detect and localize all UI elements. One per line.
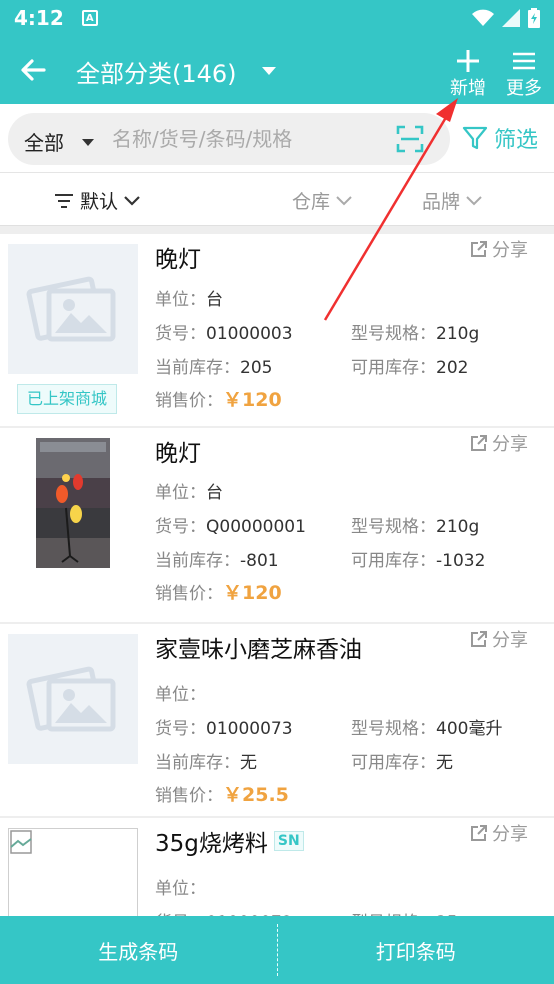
search-input[interactable] xyxy=(112,123,392,155)
menu-icon xyxy=(513,52,535,70)
battery-icon xyxy=(528,8,540,28)
product-name: 家壹味小磨芝麻香油 xyxy=(155,637,362,663)
sort-icon xyxy=(55,193,73,208)
sort-brand[interactable]: 品牌 xyxy=(422,187,482,214)
product-card[interactable]: 家壹味小磨芝麻香油 分享 单位： 货号：01000073 型号规格：400毫升 … xyxy=(0,624,554,816)
image-placeholder-icon xyxy=(26,276,116,342)
product-stock: 当前库存：-801 xyxy=(155,551,279,571)
product-unit: 单位：台 xyxy=(155,483,223,503)
broken-image-icon xyxy=(10,830,32,854)
more-label: 更多 xyxy=(506,78,542,99)
generate-barcode-button[interactable]: 生成条码 xyxy=(0,916,277,984)
product-price: 销售价：￥120 xyxy=(155,389,282,411)
print-barcode-button[interactable]: 打印条码 xyxy=(278,916,554,984)
product-code: 货号：01000003 xyxy=(155,324,293,344)
chevron-down-icon[interactable] xyxy=(262,67,276,75)
product-available: 可用库存：-1032 xyxy=(351,551,486,571)
sort-default[interactable]: 默认 xyxy=(54,187,140,214)
product-unit: 单位：台 xyxy=(155,290,223,310)
search-category[interactable]: 全部 xyxy=(24,127,64,156)
share-button[interactable]: 分享 xyxy=(470,430,528,456)
sn-badge: SN xyxy=(273,831,304,851)
product-list: 已上架商城 晚灯 分享 单位：台 货号：01000003 型号规格：210g 当… xyxy=(0,234,554,984)
more-button[interactable]: 更多 xyxy=(502,48,546,100)
lamp-photo xyxy=(36,438,110,568)
product-spec: 型号规格：210g xyxy=(351,517,480,537)
product-card[interactable]: 晚灯 分享 单位：台 货号：Q00000001 型号规格：210g 当前库存：-… xyxy=(0,428,554,622)
filter-button[interactable]: 筛选 xyxy=(462,122,538,154)
sort-warehouse-label: 仓库 xyxy=(292,191,331,213)
scan-icon[interactable] xyxy=(396,125,424,153)
product-name: 35g烧烤料 SN xyxy=(155,824,304,858)
sort-bar: 默认 仓库 品牌 xyxy=(0,172,554,226)
search-box: 全部 xyxy=(8,113,450,165)
category-caret-icon[interactable] xyxy=(82,139,94,146)
app-bar: 全部分类(146) 新增 更多 xyxy=(0,36,554,104)
product-spec: 型号规格：210g xyxy=(351,324,480,344)
share-button[interactable]: 分享 xyxy=(470,820,528,846)
product-stock: 当前库存：205 xyxy=(155,358,273,378)
product-spec: 型号规格：400毫升 xyxy=(351,719,503,739)
notification-icon: A xyxy=(81,10,98,26)
sort-warehouse[interactable]: 仓库 xyxy=(292,187,352,214)
wifi-icon xyxy=(472,9,494,26)
search-bar: 全部 筛选 xyxy=(0,104,554,172)
status-time: 4:12 xyxy=(14,6,64,30)
product-available: 可用库存：202 xyxy=(351,358,469,378)
filter-icon xyxy=(462,126,488,150)
product-thumbnail xyxy=(8,244,138,374)
image-placeholder-icon xyxy=(26,666,116,732)
product-code: 货号：Q00000001 xyxy=(155,517,306,537)
chevron-down-icon xyxy=(124,195,140,206)
add-button[interactable]: 新增 xyxy=(446,48,490,100)
product-code: 货号：01000073 xyxy=(155,719,293,739)
status-bar: 4:12 A xyxy=(0,0,554,36)
add-label: 新增 xyxy=(450,78,486,99)
product-unit: 单位： xyxy=(155,879,206,899)
plus-icon xyxy=(457,50,479,72)
back-arrow-icon[interactable] xyxy=(16,52,52,88)
filter-label: 筛选 xyxy=(494,128,539,153)
share-icon xyxy=(471,435,487,451)
product-thumbnail xyxy=(8,438,138,568)
product-available: 可用库存：无 xyxy=(351,753,453,773)
product-stock: 当前库存：无 xyxy=(155,753,257,773)
sort-default-label: 默认 xyxy=(80,191,119,213)
product-price: 销售价：￥25.5 xyxy=(155,784,289,806)
mall-listed-badge: 已上架商城 xyxy=(17,384,118,414)
chevron-down-icon xyxy=(466,195,482,205)
product-price: 销售价：￥120 xyxy=(155,582,282,604)
sort-brand-label: 品牌 xyxy=(422,191,461,213)
share-icon xyxy=(471,825,487,841)
product-card[interactable]: 已上架商城 晚灯 分享 单位：台 货号：01000003 型号规格：210g 当… xyxy=(0,234,554,426)
product-name: 晚灯 xyxy=(155,441,201,467)
product-thumbnail xyxy=(8,634,138,764)
share-button[interactable]: 分享 xyxy=(470,236,528,262)
category-title[interactable]: 全部分类(146) xyxy=(76,54,237,89)
share-icon xyxy=(471,631,487,647)
share-icon xyxy=(471,241,487,257)
product-unit: 单位： xyxy=(155,685,206,705)
chevron-down-icon xyxy=(336,195,352,205)
signal-icon xyxy=(502,9,520,27)
product-name: 晚灯 xyxy=(155,247,201,273)
share-button[interactable]: 分享 xyxy=(470,626,528,652)
bottom-action-bar: 生成条码 打印条码 xyxy=(0,916,554,984)
